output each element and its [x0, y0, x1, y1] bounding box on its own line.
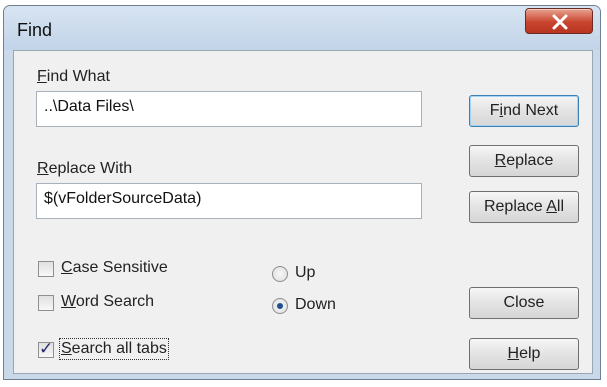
title-bar[interactable]: Find [4, 6, 600, 50]
word-search-label[interactable]: Word Search [61, 293, 154, 311]
case-sensitive-label[interactable]: Case Sensitive [61, 259, 168, 277]
help-button[interactable]: Help [469, 338, 579, 370]
search-all-tabs-checkbox[interactable]: ✓ [38, 339, 54, 358]
case-sensitive-checkbox[interactable] [38, 261, 54, 277]
direction-up-label[interactable]: Up [295, 264, 315, 282]
checkmark-icon: ✓ [39, 339, 54, 358]
direction-down-radio[interactable] [272, 298, 288, 314]
close-window-button[interactable] [525, 8, 593, 34]
find-dialog: Find Find What ..\Data Files\ Replace Wi… [3, 5, 601, 380]
word-search-checkbox[interactable] [38, 295, 54, 311]
window-title: Find [17, 20, 53, 40]
find-next-button[interactable]: Find Next [469, 95, 579, 127]
direction-up-radio[interactable] [272, 266, 288, 282]
replace-with-label: Replace With [37, 160, 133, 177]
replace-button[interactable]: Replace [469, 145, 579, 177]
direction-down-label[interactable]: Down [295, 296, 336, 314]
radio-selected-dot [277, 303, 283, 309]
dialog-body: Find What ..\Data Files\ Replace With $(… [13, 50, 593, 374]
close-x-icon [552, 14, 568, 30]
replace-with-input[interactable]: $(vFolderSourceData) [36, 183, 422, 219]
replace-all-button[interactable]: Replace All [469, 191, 579, 223]
find-what-input[interactable]: ..\Data Files\ [36, 91, 422, 127]
find-what-label: Find What [37, 68, 110, 85]
search-all-tabs-label[interactable]: Search all tabs [59, 338, 169, 360]
close-button[interactable]: Close [469, 287, 579, 319]
